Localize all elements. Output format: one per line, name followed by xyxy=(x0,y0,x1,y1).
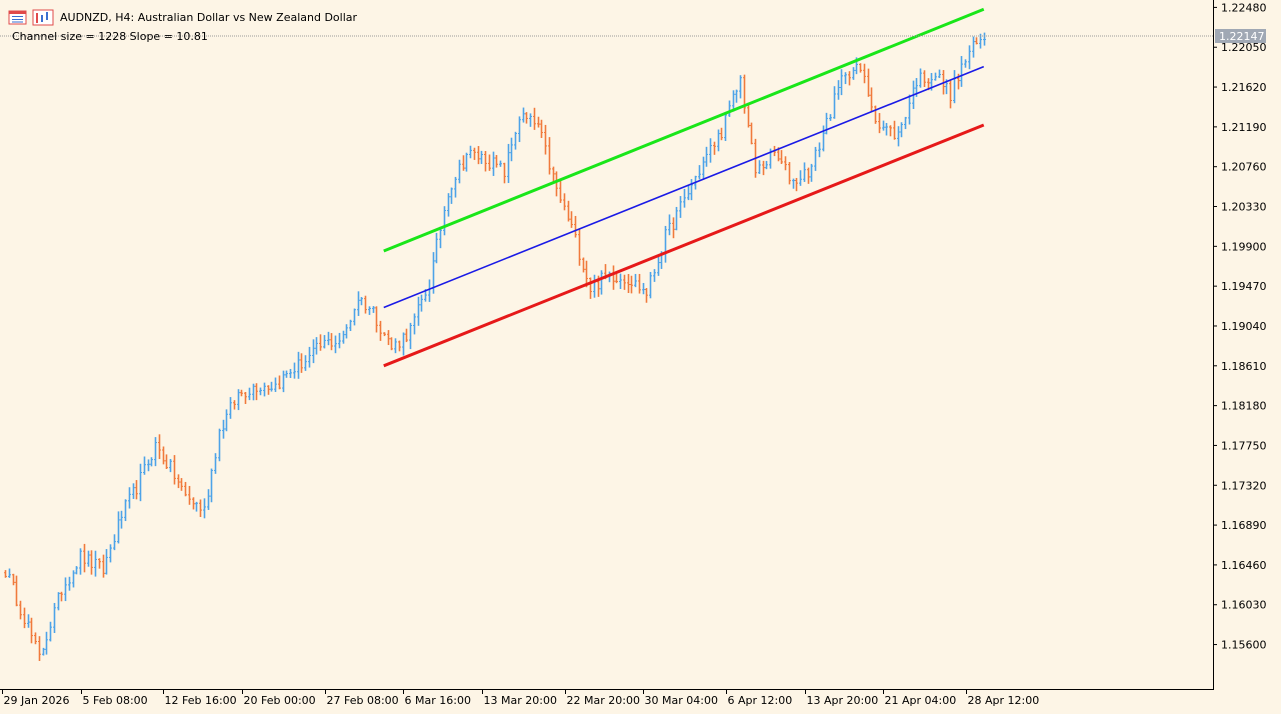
price-tick-label: 1.22480 xyxy=(1221,1,1267,14)
time-tick-label: 13 Apr 20:00 xyxy=(807,694,879,707)
time-tick-label: 30 Mar 04:00 xyxy=(645,694,718,707)
price-tick-label: 1.15600 xyxy=(1221,639,1267,652)
time-tick-label: 29 Jan 2026 xyxy=(4,694,70,707)
current-price-value: 1.22147 xyxy=(1219,30,1265,43)
price-tick-label: 1.19470 xyxy=(1221,280,1267,293)
time-tick-label: 5 Feb 08:00 xyxy=(83,694,148,707)
price-tick-label: 1.20760 xyxy=(1221,161,1267,174)
time-tick-label: 6 Mar 16:00 xyxy=(405,694,471,707)
chart-window-icon[interactable] xyxy=(8,10,27,25)
time-tick-label: 6 Apr 12:00 xyxy=(728,694,793,707)
price-tick-label: 1.18610 xyxy=(1221,360,1267,373)
symbol-chart-icon[interactable] xyxy=(32,9,54,26)
price-tick-label: 1.17320 xyxy=(1221,479,1267,492)
price-tick-label: 1.16890 xyxy=(1221,519,1267,532)
time-tick-label: 20 Feb 00:00 xyxy=(244,694,316,707)
channel-info: Channel size = 1228 Slope = 10.81 xyxy=(12,30,208,43)
price-tick-label: 1.21190 xyxy=(1221,121,1267,134)
time-tick-label: 28 Apr 12:00 xyxy=(968,694,1040,707)
symbol-title: AUDNZD, H4: Australian Dollar vs New Zea… xyxy=(60,11,358,24)
price-tick-label: 1.22050 xyxy=(1221,41,1267,54)
time-tick-label: 12 Feb 16:00 xyxy=(165,694,237,707)
price-tick-label: 1.19900 xyxy=(1221,240,1267,253)
time-tick-label: 21 Apr 04:00 xyxy=(885,694,957,707)
current-price-label: 1.22147 xyxy=(1215,29,1266,43)
price-tick-label: 1.17750 xyxy=(1221,439,1267,452)
time-tick-label: 13 Mar 20:00 xyxy=(484,694,557,707)
price-tick-label: 1.16460 xyxy=(1221,559,1267,572)
time-tick-label: 22 Mar 20:00 xyxy=(567,694,640,707)
price-tick-label: 1.19040 xyxy=(1221,320,1267,333)
time-tick-label: 27 Feb 08:00 xyxy=(327,694,399,707)
price-tick-label: 1.18180 xyxy=(1221,400,1267,413)
price-tick-label: 1.21620 xyxy=(1221,81,1267,94)
price-tick-label: 1.16030 xyxy=(1221,599,1267,612)
price-tick-label: 1.20330 xyxy=(1221,201,1267,214)
price-chart[interactable]: 1.22480 1.22050 1.21620 1.21190 1.20760 1.203… xyxy=(0,0,1281,714)
chart-background xyxy=(0,0,1281,714)
